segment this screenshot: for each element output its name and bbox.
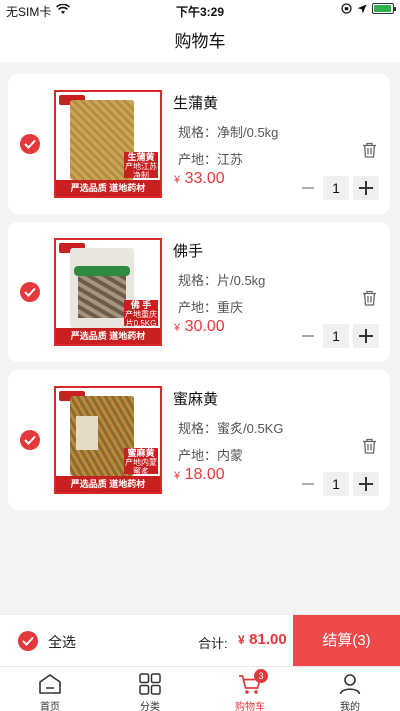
tab-home[interactable]: 首页 (0, 667, 100, 711)
total-label: 合计: (198, 636, 228, 651)
trash-icon[interactable] (362, 438, 377, 454)
checkmark-icon (22, 636, 34, 646)
category-icon (139, 673, 161, 695)
item-checkbox[interactable] (20, 430, 40, 450)
battery-icon (372, 3, 396, 14)
quality-banner: 严选品质 道地药材 (56, 328, 160, 344)
product-image[interactable]: 生蒲黄 产地江苏 净制0.5KG 严选品质 道地药材 (54, 90, 162, 198)
tab-category[interactable]: 分类 (100, 667, 200, 711)
decrease-button[interactable] (298, 324, 318, 348)
product-image[interactable]: 佛 手 产地重庆 片0.5KG 严选品质 道地药材 (54, 238, 162, 346)
product-name[interactable]: 生蒲黄 (173, 92, 218, 113)
product-spec: 规格：蜜炙/0.5KG (178, 421, 284, 436)
quantity-value[interactable]: 1 (323, 324, 349, 348)
product-name[interactable]: 蜜麻黄 (173, 388, 218, 409)
checkout-button[interactable]: 结算(3) (293, 615, 400, 667)
status-bar: 无SIM卡 下午3:29 (0, 0, 400, 22)
product-tag: 佛 手 产地重庆 片0.5KG (124, 300, 158, 328)
checkmark-icon (24, 435, 36, 445)
total-amount: ¥ 81.00 (238, 631, 287, 648)
orientation-lock-icon (341, 3, 352, 14)
quantity-stepper: 1 (298, 324, 379, 348)
quantity-value[interactable]: 1 (323, 472, 349, 496)
product-spec: 规格：净制/0.5kg (178, 125, 279, 140)
trash-icon[interactable] (362, 142, 377, 158)
page-title: 购物车 (0, 22, 400, 62)
tab-cart[interactable]: 3 购物车 (200, 667, 300, 711)
product-price: ¥ 30.00 (174, 318, 225, 335)
product-spec: 规格：片/0.5kg (178, 273, 266, 288)
checkmark-icon (24, 287, 36, 297)
clock: 下午3:29 (175, 5, 225, 19)
product-origin: 产地：重庆 (178, 300, 244, 315)
cart-item: 佛 手 产地重庆 片0.5KG 严选品质 道地药材 佛手 规格：片/0.5kg … (8, 222, 390, 362)
checkout-bar: 全选 合计: ¥ 81.00 结算(3) (0, 614, 400, 667)
quality-banner: 严选品质 道地药材 (56, 180, 160, 196)
trash-icon[interactable] (362, 290, 377, 306)
cart-item: 生蒲黄 产地江苏 净制0.5KG 严选品质 道地药材 生蒲黄 规格：净制/0.5… (8, 74, 390, 214)
product-price: ¥ 18.00 (174, 466, 225, 483)
tab-bar: 首页 分类 3 购物车 我的 (0, 666, 400, 711)
increase-button[interactable] (353, 176, 379, 200)
item-checkbox[interactable] (20, 282, 40, 302)
decrease-button[interactable] (298, 176, 318, 200)
home-icon (39, 674, 61, 694)
product-image[interactable]: 蜜麻黄 产地内蒙 蜜炙0.5KG 严选品质 道地药材 (54, 386, 162, 494)
cart-item: 蜜麻黄 产地内蒙 蜜炙0.5KG 严选品质 道地药材 蜜麻黄 规格：蜜炙/0.5… (8, 370, 390, 510)
quantity-stepper: 1 (298, 472, 379, 496)
select-all-label[interactable]: 全选 (48, 632, 76, 652)
product-tag: 蜜麻黄 产地内蒙 蜜炙0.5KG (124, 448, 158, 485)
item-checkbox[interactable] (20, 134, 40, 154)
product-tag: 生蒲黄 产地江苏 净制0.5KG (124, 152, 158, 189)
tab-profile[interactable]: 我的 (300, 667, 400, 711)
product-origin: 产地：内蒙 (178, 448, 244, 463)
product-price: ¥ 33.00 (174, 170, 225, 187)
checkmark-icon (24, 139, 36, 149)
decrease-button[interactable] (298, 472, 318, 496)
profile-icon (339, 674, 361, 695)
increase-button[interactable] (353, 472, 379, 496)
increase-button[interactable] (353, 324, 379, 348)
quantity-stepper: 1 (298, 176, 379, 200)
location-icon (357, 4, 367, 13)
quality-banner: 严选品质 道地药材 (56, 476, 160, 492)
product-origin: 产地：江苏 (178, 152, 244, 167)
quantity-value[interactable]: 1 (323, 176, 349, 200)
cart-badge: 3 (254, 669, 268, 683)
status-icons (341, 3, 396, 14)
select-all-checkbox[interactable] (18, 631, 38, 651)
product-name[interactable]: 佛手 (173, 240, 203, 261)
